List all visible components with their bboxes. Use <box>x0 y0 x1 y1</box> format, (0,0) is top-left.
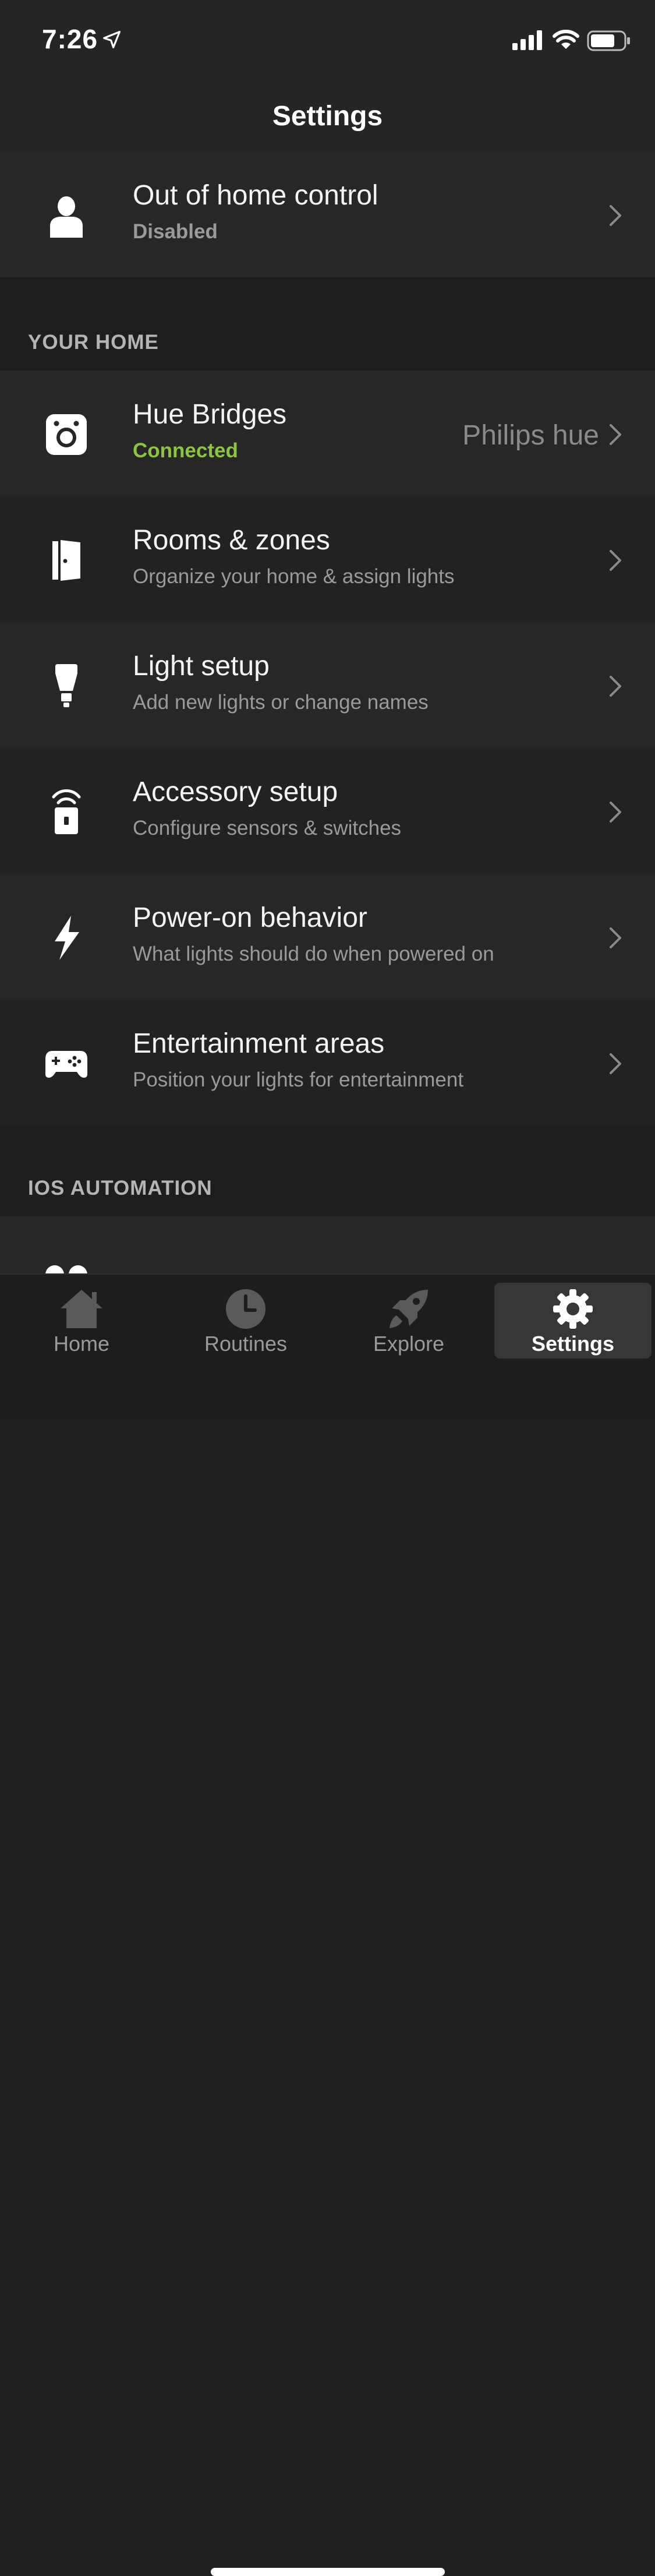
row-title: Entertainment areas <box>133 1028 385 1059</box>
row-subtitle: What lights should do when powered on <box>133 943 494 965</box>
row-title: Light setup <box>133 651 270 682</box>
tab-routines[interactable]: Routines <box>167 1283 324 1358</box>
clock-icon <box>167 1287 324 1331</box>
power-on-behavior-row[interactable]: Power-on behavior What lights should do … <box>0 874 655 1000</box>
row-subtitle: Disabled <box>133 220 218 243</box>
chevron-right-icon <box>610 802 621 823</box>
section-your-home: YOUR HOME <box>0 277 655 370</box>
widgets-icon <box>42 1256 91 1273</box>
section-header: YOUR HOME <box>28 331 159 354</box>
section-header: IOS AUTOMATION <box>28 1177 213 1199</box>
light-setup-row[interactable]: Light setup Add new lights or change nam… <box>0 622 655 748</box>
chevron-right-icon <box>610 676 621 697</box>
out-of-home-control-row[interactable]: Out of home control Disabled <box>0 151 655 277</box>
bridge-name: Philips hue <box>462 420 599 451</box>
accessory-setup-row[interactable]: Accessory setup Configure sensors & swit… <box>0 748 655 874</box>
row-title: Power-on behavior <box>133 902 367 933</box>
connection-status: Connected <box>133 439 238 462</box>
row-title: Accessory setup <box>133 777 338 807</box>
chevron-right-icon <box>610 424 621 445</box>
home-indicator <box>211 2568 445 2576</box>
tab-label: Explore <box>373 1332 445 1356</box>
chevron-right-icon <box>610 1053 621 1074</box>
cellular-signal-icon <box>512 30 542 50</box>
tab-explore[interactable]: Explore <box>330 1283 487 1358</box>
bulb-icon <box>42 662 91 711</box>
navigation-bar: Settings <box>0 82 655 151</box>
tab-label: Home <box>53 1332 110 1356</box>
tab-home[interactable]: Home <box>3 1283 160 1358</box>
tab-label: Routines <box>204 1332 288 1356</box>
person-icon <box>42 191 91 240</box>
row-title: Rooms & zones <box>133 525 330 556</box>
chevron-right-icon <box>610 927 621 948</box>
status-time: 7:26 <box>42 24 98 54</box>
chevron-right-icon <box>610 550 621 571</box>
entertainment-areas-row[interactable]: Entertainment areas Position your lights… <box>0 1000 655 1125</box>
tab-label: Settings <box>531 1332 614 1356</box>
door-icon <box>42 536 91 585</box>
row-subtitle: Configure sensors & switches <box>133 817 402 839</box>
row-title: Out of home control <box>133 180 378 211</box>
widgets-row[interactable] <box>0 1216 655 1273</box>
chevron-right-icon <box>610 205 621 226</box>
page-title: Settings <box>272 101 383 132</box>
rooms-zones-row[interactable]: Rooms & zones Organize your home & assig… <box>0 496 655 622</box>
rocket-icon <box>330 1287 487 1331</box>
tab-bar: Home Routines Explore Settings <box>0 1273 655 2576</box>
hue-bridges-row[interactable]: Hue Bridges Connected Philips hue <box>0 370 655 496</box>
section-ios-automation: IOS AUTOMATION <box>0 1125 655 1216</box>
battery-icon <box>587 30 630 51</box>
tab-settings[interactable]: Settings <box>494 1283 652 1358</box>
gamepad-icon <box>42 1039 91 1088</box>
accessory-icon <box>42 788 91 837</box>
wifi-icon <box>553 30 579 49</box>
bridge-icon <box>42 410 91 459</box>
row-subtitle: Add new lights or change names <box>133 691 429 714</box>
row-subtitle: Position your lights for entertainment <box>133 1068 464 1091</box>
location-arrow-icon <box>103 31 121 48</box>
gear-icon <box>494 1287 652 1331</box>
lightning-icon <box>42 913 91 962</box>
row-subtitle: Organize your home & assign lights <box>133 565 455 588</box>
row-title: Hue Bridges <box>133 399 287 430</box>
status-bar: 7:26 <box>0 0 655 82</box>
house-icon <box>3 1287 160 1331</box>
